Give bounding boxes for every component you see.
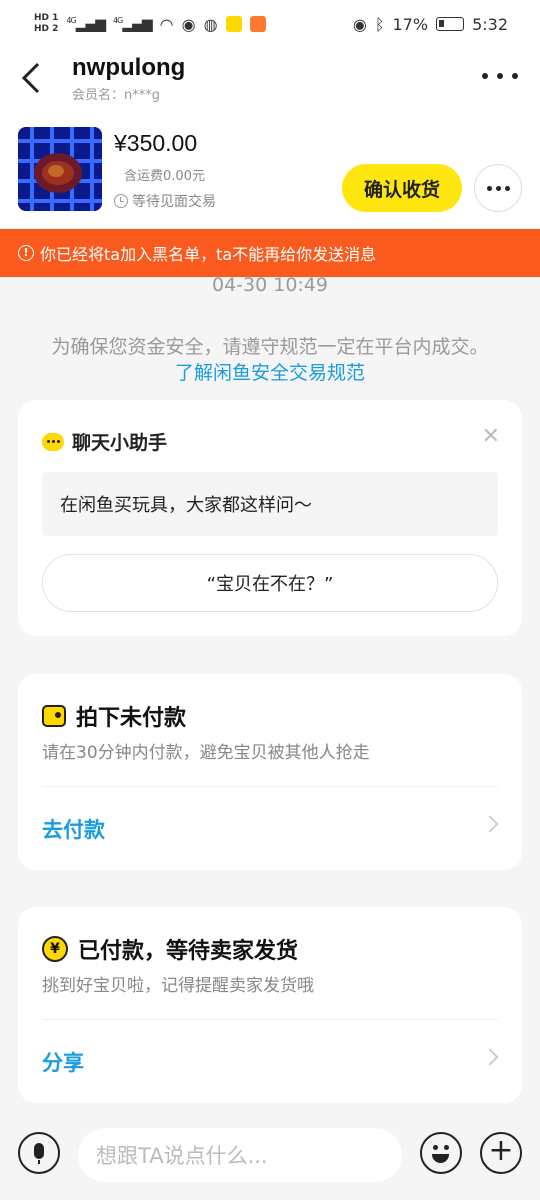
warning-icon: ! (18, 245, 34, 261)
quick-reply-button[interactable]: “宝贝在不在？” (42, 554, 498, 612)
product-price: ¥350.00 (114, 130, 198, 156)
paid-subtitle: 挑到好宝贝啦，记得提醒卖家发货哦 (42, 976, 314, 996)
video-app-icon (249, 16, 266, 32)
chat-bubble-icon (42, 432, 64, 451)
unpaid-title: 拍下未付款 (76, 706, 187, 731)
paid-header: ¥ 已付款，等待卖家发货 (42, 933, 298, 965)
product-summary: ¥350.00 含运费0.00元 等待见面交易 确认收货 (0, 110, 540, 228)
paid-order-card: ¥ 已付款，等待卖家发货 挑到好宝贝啦，记得提醒卖家发货哦 分享 (18, 907, 522, 1103)
assistant-header: 聊天小助手 (42, 428, 167, 455)
safety-notice: 为确保您资金安全，请遵守规范一定在平台内成交。 (51, 336, 489, 358)
shipping-fee: 含运费0.00元 (124, 169, 205, 184)
unpaid-subtitle: 请在30分钟内付款，避免宝贝被其他人抢走 (42, 743, 370, 763)
product-more-button[interactable] (474, 164, 522, 212)
close-icon[interactable]: ✕ (482, 424, 500, 449)
signal-icon: 4G▂▄▆ (66, 15, 106, 33)
member-name: 会员名：n***g (72, 88, 160, 103)
hd2-label: HD 2 (34, 24, 59, 34)
microphone-icon[interactable] (18, 1132, 60, 1174)
wechat-icon: ◍ (203, 14, 218, 34)
bluetooth-icon: ᛒ (374, 14, 385, 34)
plus-icon[interactable]: + (480, 1132, 522, 1174)
chat-assistant-card: 聊天小助手 ✕ 在闲鱼买玩具，大家都这样问～ “宝贝在不在？” (18, 400, 522, 636)
unpaid-header: 拍下未付款 (42, 700, 186, 732)
chevron-right-icon[interactable] (481, 815, 499, 833)
clock-icon (114, 194, 128, 208)
battery-icon (436, 17, 465, 31)
trade-status-label: 等待见面交易 (132, 194, 216, 210)
trade-status: 等待见面交易 (114, 191, 216, 211)
eye-icon: ◉ (352, 14, 367, 34)
battery-percent: 17% (392, 14, 429, 34)
qq-icon: ◉ (181, 14, 196, 34)
contact-name: nwpulong (72, 54, 186, 81)
paid-title: 已付款，等待卖家发货 (78, 939, 299, 964)
share-link[interactable]: 分享 (42, 1047, 84, 1077)
app-notification-icon (225, 16, 242, 32)
more-options-icon[interactable] (482, 66, 518, 86)
unpaid-order-card: 拍下未付款 请在30分钟内付款，避免宝贝被其他人抢走 去付款 (18, 674, 522, 870)
emoji-icon[interactable] (420, 1132, 462, 1174)
divider (42, 786, 498, 787)
wallet-icon (42, 705, 66, 727)
yen-icon: ¥ (42, 936, 68, 962)
wifi-icon: ◠ (159, 14, 174, 34)
blacklist-banner-text: 你已经将ta加入黑名单，ta不能再给你发送消息 (40, 245, 377, 264)
safety-rules-link[interactable]: 了解闲鱼安全交易规范 (0, 358, 540, 385)
message-timestamp: 04-30 10:49 (211, 274, 328, 296)
assistant-title: 聊天小助手 (72, 432, 168, 454)
confirm-receipt-button[interactable]: 确认收货 (342, 164, 462, 212)
hd1-label: HD 1 (34, 13, 59, 23)
message-input[interactable]: 想跟TA说点什么... (78, 1128, 402, 1182)
clock-time: 5:32 (472, 14, 508, 34)
product-thumbnail[interactable] (18, 127, 102, 211)
status-bar: HD 1 HD 2 4G▂▄▆ 4G▂▄▆ ◠ ◉ ◍ ◉ ᛒ 17% 5:32 (0, 0, 540, 48)
divider (42, 1019, 498, 1020)
chat-header: nwpulong 会员名：n***g (0, 48, 540, 110)
assistant-suggestion: 在闲鱼买玩具，大家都这样问～ (42, 472, 498, 536)
go-pay-link[interactable]: 去付款 (42, 814, 105, 844)
signal-icon-2: 4G▂▄▆ (113, 15, 153, 33)
back-icon[interactable] (20, 58, 50, 98)
hd-indicator: HD 1 HD 2 (34, 13, 58, 35)
chevron-right-icon[interactable] (481, 1048, 499, 1066)
blacklist-banner: ! 你已经将ta加入黑名单，ta不能再给你发送消息 (0, 229, 540, 277)
input-bar: 想跟TA说点什么... + (0, 1112, 540, 1200)
